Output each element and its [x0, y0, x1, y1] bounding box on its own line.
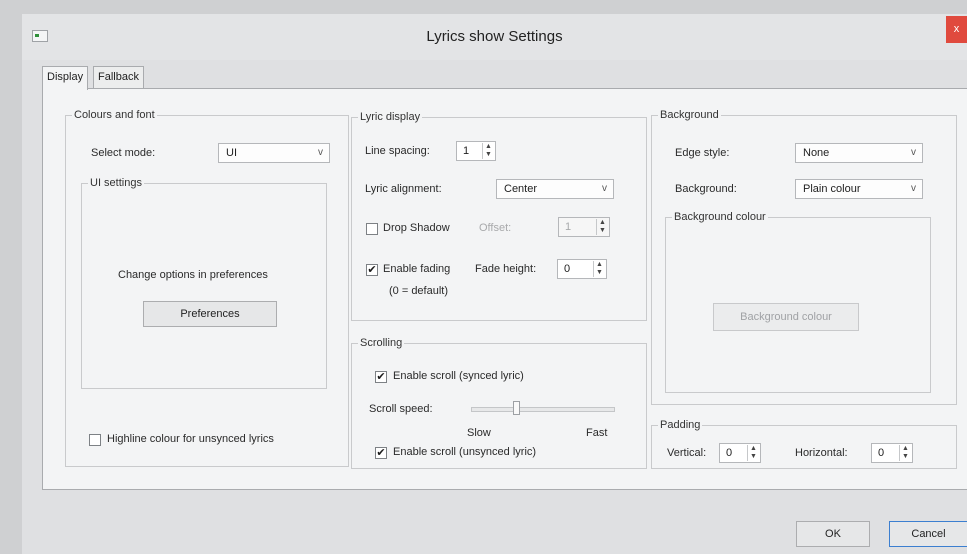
vertical-padding-spinner[interactable]: 0 ▲ ▼	[719, 443, 761, 463]
chevron-down-icon: v	[602, 183, 607, 194]
highline-checkbox[interactable]	[89, 434, 101, 446]
offset-spinner[interactable]: 1 ▲ ▼	[558, 217, 610, 237]
edge-style-value: None	[803, 147, 830, 159]
spin-down-icon[interactable]: ▼	[594, 269, 605, 277]
fade-height-label: Fade height:	[475, 263, 537, 275]
drop-shadow-checkbox[interactable]	[366, 223, 378, 235]
background-type-dropdown[interactable]: Plain colour v	[795, 179, 923, 199]
chevron-down-icon: v	[318, 147, 323, 158]
ok-button[interactable]: OK	[796, 521, 870, 547]
spin-up-icon[interactable]: ▲	[594, 261, 605, 269]
vertical-padding-label: Vertical:	[667, 447, 707, 459]
select-mode-value: UI	[226, 147, 237, 159]
ui-settings-group: UI settings	[81, 177, 327, 389]
line-spacing-spinner[interactable]: 1 ▲ ▼	[456, 141, 496, 161]
tab-display[interactable]: Display	[42, 66, 89, 90]
background-legend: Background	[660, 109, 719, 121]
lyric-alignment-value: Center	[504, 183, 538, 195]
cancel-button[interactable]: Cancel	[889, 521, 967, 547]
scroll-synced-label: Enable scroll (synced lyric)	[393, 370, 524, 382]
spin-down-icon[interactable]: ▼	[483, 151, 494, 159]
horizontal-padding-label: Horizontal:	[795, 447, 848, 459]
change-options-text: Change options in preferences	[118, 269, 268, 281]
edge-style-dropdown[interactable]: None v	[795, 143, 923, 163]
tab-fallback-text[interactable]: Fallback text	[93, 66, 144, 104]
spin-down-icon[interactable]: ▼	[900, 453, 911, 461]
horizontal-padding-spinner[interactable]: 0 ▲ ▼	[871, 443, 913, 463]
preferences-button[interactable]: Preferences	[143, 301, 277, 327]
offset-label: Offset:	[479, 222, 512, 234]
scroll-speed-slider-thumb[interactable]	[513, 401, 520, 415]
scrolling-legend: Scrolling	[360, 337, 403, 349]
spin-buttons[interactable]: ▲ ▼	[596, 219, 608, 235]
edge-style-label: Edge style:	[675, 147, 730, 159]
scroll-unsynced-checkbox[interactable]: ✔	[375, 447, 387, 459]
title-bar[interactable]: Lyrics show Settings x	[22, 14, 967, 61]
background-colour-legend: Background colour	[674, 211, 766, 223]
chevron-down-icon: v	[911, 183, 916, 194]
scroll-speed-slow-label: Slow	[467, 427, 491, 439]
scroll-speed-track[interactable]	[471, 407, 615, 412]
tab-panel-display: Colours and font Select mode: UI v UI se…	[42, 88, 967, 490]
chevron-down-icon: v	[911, 147, 916, 158]
horizontal-padding-value: 0	[878, 447, 885, 459]
spin-up-icon[interactable]: ▲	[483, 143, 494, 151]
fade-height-value: 0	[564, 263, 571, 275]
select-mode-label: Select mode:	[91, 147, 156, 159]
spin-up-icon[interactable]: ▲	[900, 445, 911, 453]
scroll-unsynced-label: Enable scroll (unsynced lyric)	[393, 446, 537, 458]
background-type-value: Plain colour	[803, 183, 861, 195]
scroll-speed-fast-label: Fast	[586, 427, 608, 439]
scroll-synced-checkbox[interactable]: ✔	[375, 371, 387, 383]
fading-default-note: (0 = default)	[389, 285, 449, 297]
spin-buttons[interactable]: ▲ ▼	[899, 445, 911, 461]
background-colour-button[interactable]: Background colour	[713, 303, 859, 331]
enable-fading-checkbox[interactable]: ✔	[366, 264, 378, 276]
enable-fading-label: Enable fading	[383, 263, 451, 275]
offset-value: 1	[565, 221, 572, 233]
lyric-display-legend: Lyric display	[360, 111, 421, 123]
lyric-alignment-dropdown[interactable]: Center v	[496, 179, 614, 199]
drop-shadow-label: Drop Shadow	[383, 222, 450, 234]
spin-up-icon[interactable]: ▲	[748, 445, 759, 453]
spin-buttons[interactable]: ▲ ▼	[593, 261, 605, 277]
highline-label: Highline colour for unsynced lyrics	[107, 433, 274, 445]
spin-down-icon[interactable]: ▼	[597, 227, 608, 235]
window-title: Lyrics show Settings	[426, 28, 563, 45]
lyric-alignment-label: Lyric alignment:	[365, 183, 442, 195]
line-spacing-value: 1	[463, 145, 470, 157]
select-mode-dropdown[interactable]: UI v	[218, 143, 330, 163]
vertical-padding-value: 0	[726, 447, 733, 459]
background-type-label: Background:	[675, 183, 737, 195]
ui-settings-legend: UI settings	[90, 177, 142, 189]
scroll-speed-label: Scroll speed:	[369, 403, 433, 415]
padding-legend: Padding	[660, 419, 701, 431]
spin-buttons[interactable]: ▲ ▼	[747, 445, 759, 461]
spin-up-icon[interactable]: ▲	[597, 219, 608, 227]
line-spacing-label: Line spacing:	[365, 145, 430, 157]
fade-height-spinner[interactable]: 0 ▲ ▼	[557, 259, 607, 279]
background-colour-group: Background colour	[665, 211, 931, 393]
spin-buttons[interactable]: ▲ ▼	[482, 143, 494, 159]
colours-font-legend: Colours and font	[74, 109, 155, 121]
close-button[interactable]: x	[946, 16, 967, 43]
spin-down-icon[interactable]: ▼	[748, 453, 759, 461]
